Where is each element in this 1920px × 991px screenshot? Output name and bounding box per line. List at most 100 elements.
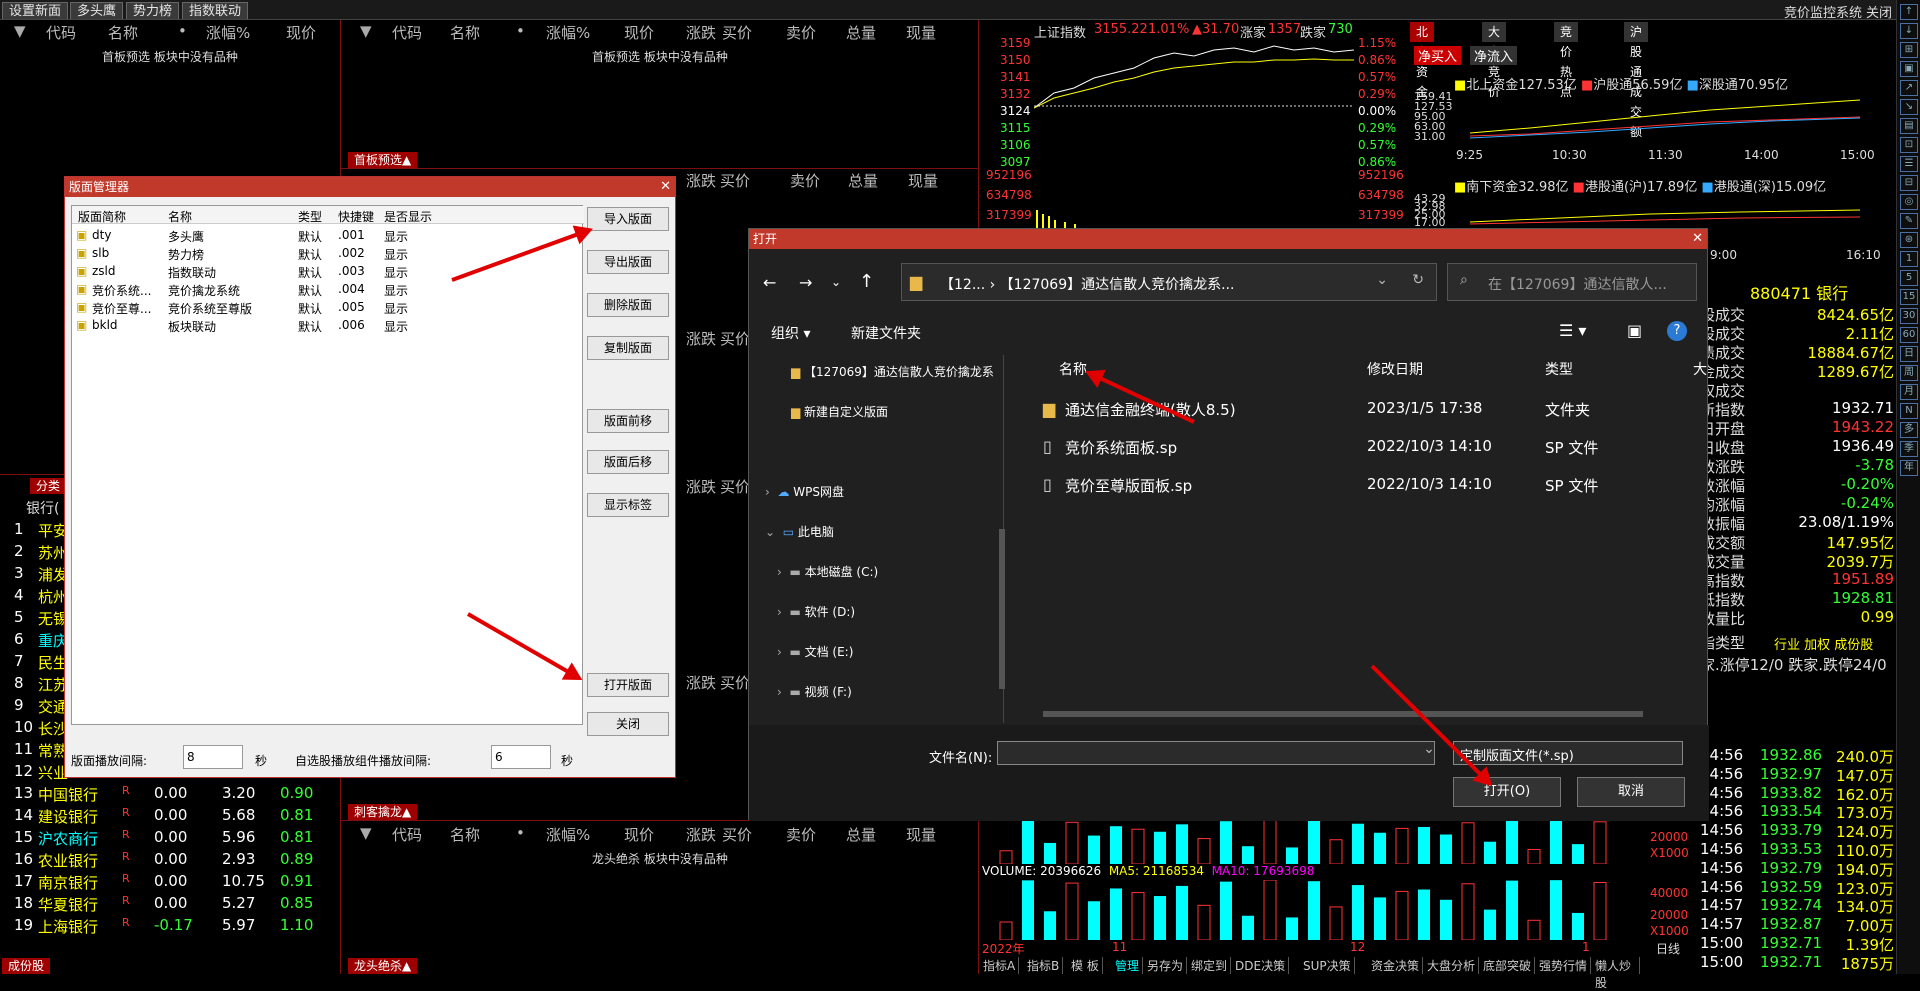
open-button[interactable]: 打开(O) [1453, 777, 1561, 807]
hscrollbar[interactable] [1043, 711, 1643, 717]
nav-item-folder2[interactable]: ▆ 新建自定义版面 [791, 403, 888, 420]
table-row[interactable]: ▣ bkld 板块联动 默认 .006 显示 [72, 316, 584, 334]
toolbar-icon[interactable]: 季 [1900, 441, 1918, 457]
toolbar-icon[interactable]: ↗ [1900, 80, 1918, 96]
list-item[interactable]: 16 农业银行 R 0.00 2.93 0.89 [0, 848, 340, 870]
back-icon[interactable]: ← [763, 273, 776, 292]
tab-zsld[interactable]: 指数联动 [182, 2, 249, 19]
nav-item-c[interactable]: › ▬ 本地磁盘 (C:) [777, 563, 878, 580]
toolbar-icon[interactable]: 15 [1900, 289, 1918, 305]
toolbar-icon[interactable]: 多 [1900, 422, 1918, 438]
tab-auction[interactable]: 大盘竞价 [1482, 22, 1507, 99]
new-folder-button[interactable]: 新建文件夹 [851, 323, 921, 343]
table-row[interactable]: ▣ 竞价系统... 竞价擒龙系统 默认 .004 显示 [72, 280, 584, 298]
col-size[interactable]: 大 [1693, 359, 1707, 379]
bottom-tab[interactable]: 大盘分析 [1424, 957, 1480, 974]
toolbar-icon[interactable]: ▣ [1900, 61, 1918, 77]
toolbar-icon[interactable]: 周 [1900, 365, 1918, 381]
close-button[interactable]: 关闭 [587, 712, 669, 736]
toolbar-icon[interactable]: N [1900, 403, 1918, 419]
tab-hotspots[interactable]: 竞价热点 [1554, 22, 1579, 99]
export-layout-button[interactable]: 导出版面 [587, 250, 669, 274]
tab-slb[interactable]: 势力榜 [126, 2, 180, 19]
move-up-button[interactable]: 版面前移 [587, 409, 669, 433]
toolbar-icon[interactable]: ⊛ [1900, 232, 1918, 248]
col-date[interactable]: 修改日期 [1367, 359, 1423, 379]
nav-item-pc[interactable]: ⌄ ▭ 此电脑 [765, 523, 834, 540]
table-row[interactable]: ▣ dty 多头鹰 默认 .001 显示 [72, 226, 584, 244]
close-link[interactable]: 关闭 [1866, 2, 1892, 21]
tab-hsgt[interactable]: 沪股通成交额 [1624, 22, 1649, 139]
tab-settings[interactable]: 设置新面 [2, 2, 69, 19]
nav-item-folder1[interactable]: ▆ 【127069】通达信散人竞价擒龙系 [791, 363, 994, 380]
organize-menu[interactable]: 组织 ▾ [771, 323, 810, 343]
copy-layout-button[interactable]: 复制版面 [587, 336, 669, 360]
toolbar-icon[interactable]: 5 [1900, 270, 1918, 286]
tab-ltjs[interactable]: 龙头绝杀▲ [348, 958, 418, 974]
filter-select[interactable]: 定制版面文件(*.sp) [1453, 741, 1683, 765]
net-inflow-button[interactable]: 净流入 [1470, 46, 1518, 65]
kline-period[interactable]: 日线 [1656, 940, 1680, 957]
bottom-tab[interactable]: 懒人炒股 [1592, 957, 1640, 990]
delete-layout-button[interactable]: 删除版面 [587, 293, 669, 317]
nav-item-f[interactable]: › ▬ 视频 (F:) [777, 683, 852, 700]
view-icon[interactable]: ☰ ▾ [1559, 321, 1586, 340]
nav-scrollbar[interactable] [999, 529, 1005, 689]
bottom-tab[interactable]: DDE决策 [1232, 957, 1290, 974]
toolbar-icon[interactable]: ↓ [1900, 23, 1918, 39]
close-icon[interactable]: ✕ [660, 179, 671, 194]
bottom-tab[interactable]: 模 板 [1068, 957, 1103, 974]
toolbar-icon[interactable]: ☰ [1900, 156, 1918, 172]
toolbar-icon[interactable]: ⊞ [1900, 42, 1918, 58]
list-item[interactable]: 19 上海银行 R -0.17 5.97 1.10 [0, 914, 340, 936]
bottom-tab[interactable]: 另存为 [1144, 957, 1188, 974]
bottom-tab[interactable]: 强势行情 [1536, 957, 1592, 974]
list-item[interactable]: 13 中国银行 R 0.00 3.20 0.90 [0, 782, 340, 804]
nav-item-e[interactable]: › ▬ 文档 (E:) [777, 643, 853, 660]
net-buy-button[interactable]: 净买入 [1414, 46, 1462, 65]
tab-north-fund[interactable]: 北向资金 [1410, 22, 1435, 99]
chevron-down-icon[interactable]: ⌄ [1419, 741, 1439, 765]
tab-category[interactable]: 分类 [30, 478, 67, 494]
import-layout-button[interactable]: 导入版面 [587, 207, 669, 231]
file-row[interactable]: ▆ 通达信金融终端(散人8.5) 2023/1/5 17:38 文件夹 [1039, 395, 1689, 425]
table-row[interactable]: ▣ zsld 指数联动 默认 .003 显示 [72, 262, 584, 280]
col-type[interactable]: 类型 [1545, 359, 1573, 379]
search-box[interactable]: ⌕ 在【127069】通达信散人... [1447, 263, 1697, 301]
toolbar-icon[interactable]: 60 [1900, 327, 1918, 343]
chevron-down-icon[interactable]: ⌄ [831, 275, 841, 289]
move-down-button[interactable]: 版面后移 [587, 450, 669, 474]
bottom-tab[interactable]: 指标A [980, 957, 1020, 974]
bottom-tab[interactable]: 绑定到 [1188, 957, 1232, 974]
filename-input[interactable] [997, 741, 1435, 765]
toolbar-icon[interactable]: ▤ [1900, 118, 1918, 134]
preview-pane-icon[interactable]: ▣ [1627, 321, 1642, 340]
list-item[interactable]: 18 华夏银行 R 0.00 5.27 0.85 [0, 892, 340, 914]
bottom-tab[interactable]: 底部突破 [1480, 957, 1536, 974]
close-icon[interactable]: ✕ [1692, 231, 1703, 246]
bottom-tab[interactable]: 资金决策 [1368, 957, 1424, 974]
interval-input[interactable]: 8 [183, 745, 243, 769]
chevron-down-icon[interactable]: ⌄ [1376, 272, 1388, 288]
toolbar-icon[interactable]: 日 [1900, 346, 1918, 362]
table-row[interactable]: ▣ 竞价至尊... 竞价系统至尊版 默认 .005 显示 [72, 298, 584, 316]
tab-cfg[interactable]: 成份股 [2, 958, 51, 974]
up-icon[interactable]: ↑ [859, 271, 874, 292]
nav-item-d[interactable]: › ▬ 软件 (D:) [777, 603, 855, 620]
toolbar-icon[interactable]: 年 [1900, 460, 1918, 476]
list-item[interactable]: 17 南京银行 R 0.00 10.75 0.91 [0, 870, 340, 892]
toolbar-icon[interactable]: 30 [1900, 308, 1918, 324]
file-row[interactable]: ▯ 竞价至尊版面板.sp 2022/10/3 14:10 SP 文件 [1039, 471, 1689, 501]
type-value[interactable]: 行业 加权 成份股 [1774, 634, 1873, 653]
tab-ckql[interactable]: 刺客擒龙▲ [348, 804, 418, 820]
interval2-input[interactable]: 6 [491, 745, 551, 769]
nav-item-wps[interactable]: › ☁ WPS网盘 [765, 483, 844, 500]
toolbar-icon[interactable]: ◎ [1900, 194, 1918, 210]
open-layout-button[interactable]: 打开版面 [587, 673, 669, 697]
toolbar-icon[interactable]: 1 [1900, 251, 1918, 267]
address-bar[interactable]: ▆ 【12... › 【127069】通达信散人竞价擒龙系... ⌄ ↻ [901, 263, 1437, 301]
toolbar-icon[interactable]: ⊡ [1900, 137, 1918, 153]
toolbar-icon[interactable]: 月 [1900, 384, 1918, 400]
tab-dty[interactable]: 多头鹰 [70, 2, 124, 19]
toolbar-icon[interactable]: ↑ [1900, 4, 1918, 20]
